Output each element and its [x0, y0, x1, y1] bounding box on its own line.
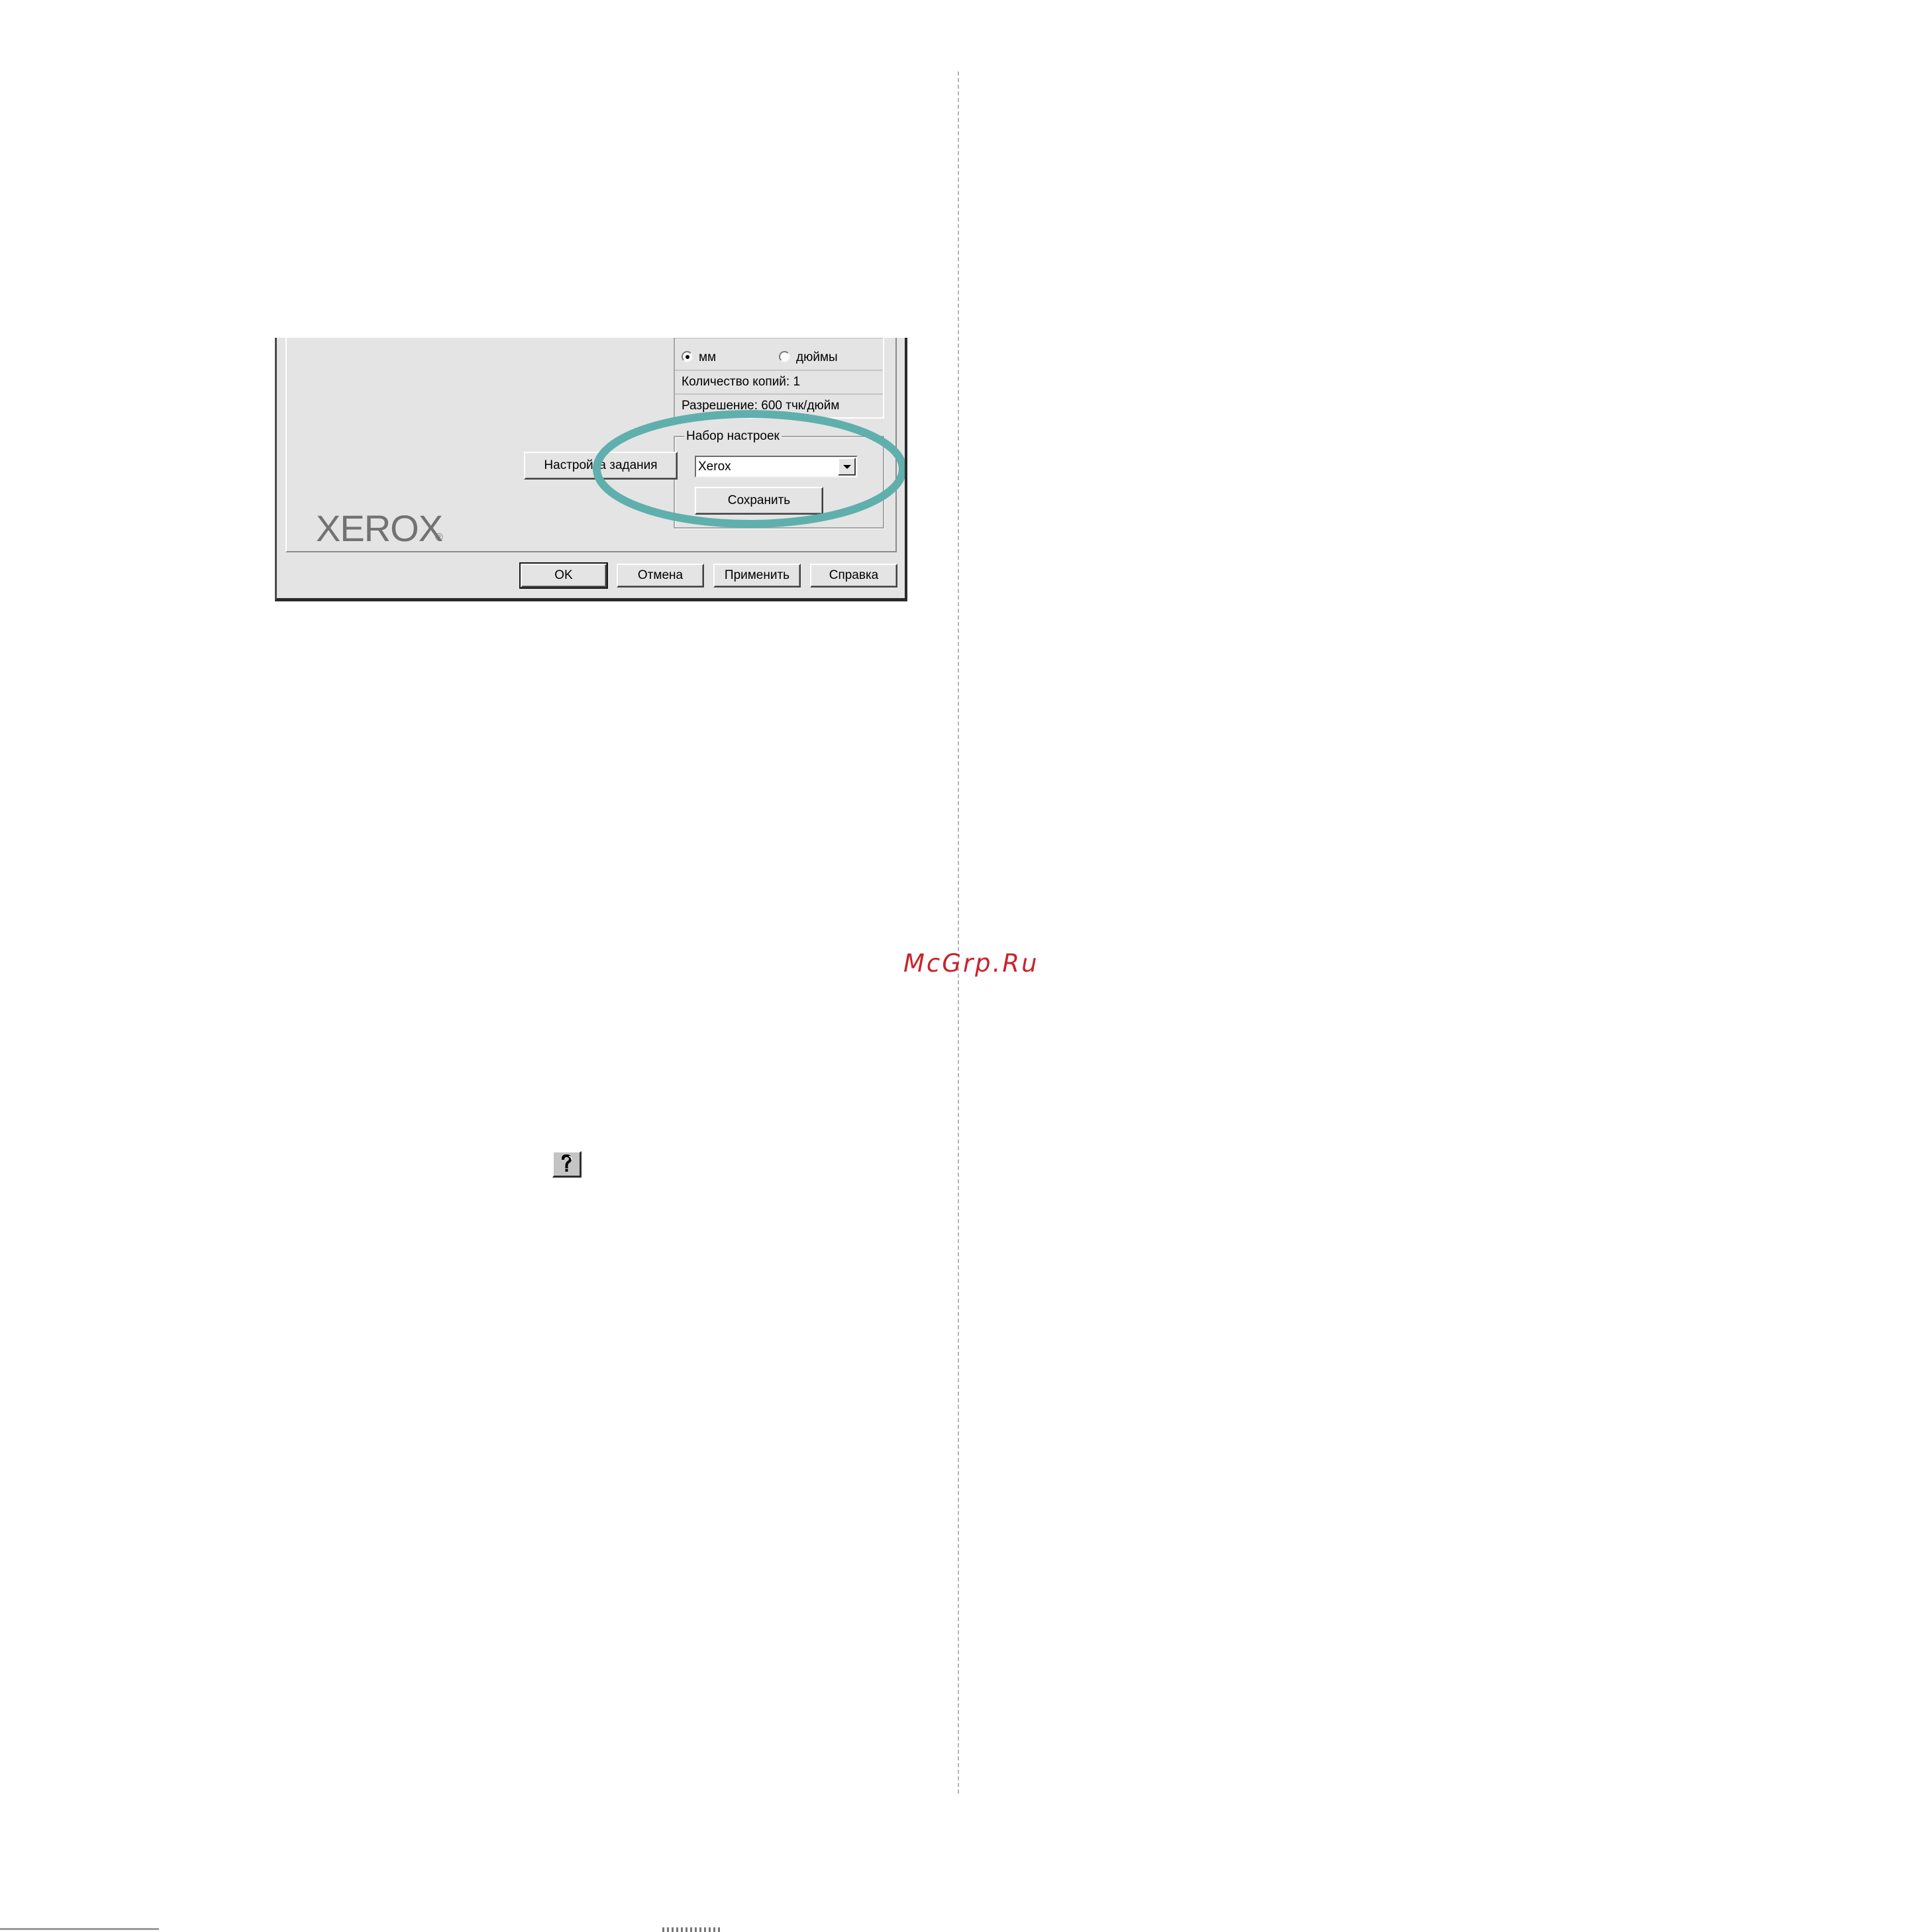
cancel-button-label: Отмена	[637, 568, 684, 582]
page-divider	[958, 72, 959, 1794]
cancel-button[interactable]: Отмена	[617, 564, 704, 587]
apply-button-label: Применить	[724, 568, 790, 582]
footer-rule	[0, 1928, 159, 1930]
save-favorite-button-label: Сохранить	[727, 493, 791, 507]
registered-mark: ®	[435, 532, 443, 543]
footer-marks	[662, 1927, 722, 1932]
resolution-summary: Разрешение: 600 тчк/дюйм	[682, 399, 840, 413]
xerox-logo: XEROX	[316, 507, 443, 549]
ok-button-label: OK	[554, 568, 573, 582]
unit-inch-radio[interactable]	[779, 351, 790, 362]
question-mark-glyph	[561, 1154, 572, 1172]
favorites-selected-value: Xerox	[698, 460, 731, 474]
settings-summary-panel: мм дюймы Количество копий: 1 Разрешение:…	[674, 338, 884, 419]
save-favorite-button[interactable]: Сохранить	[695, 487, 823, 515]
unit-mm-radio[interactable]	[682, 351, 693, 362]
favorites-select[interactable]: Xerox	[695, 456, 858, 478]
dropdown-arrow-icon[interactable]	[838, 458, 856, 476]
favorites-groupbox	[674, 436, 884, 529]
question-mark-icon	[552, 1151, 582, 1178]
apply-button[interactable]: Применить	[713, 564, 801, 587]
watermark: McGrp.Ru	[903, 949, 1039, 978]
ok-button[interactable]: OK	[519, 562, 608, 589]
printer-properties-dialog: мм дюймы Количество копий: 1 Разрешение:…	[275, 338, 907, 601]
copies-summary: Количество копий: 1	[682, 375, 801, 389]
summary-divider	[675, 393, 883, 395]
help-button-label: Справка	[829, 568, 879, 582]
unit-inch-label: дюймы	[796, 350, 838, 364]
help-button[interactable]: Справка	[810, 564, 897, 587]
job-settings-button[interactable]: Настройка задания	[524, 452, 678, 480]
unit-mm-label: мм	[699, 350, 717, 364]
job-settings-button-label: Настройка задания	[544, 458, 658, 472]
favorites-group-label: Набор настроек	[684, 430, 782, 443]
summary-divider	[675, 370, 883, 371]
dialog-content-panel: мм дюймы Количество копий: 1 Разрешение:…	[285, 338, 897, 552]
